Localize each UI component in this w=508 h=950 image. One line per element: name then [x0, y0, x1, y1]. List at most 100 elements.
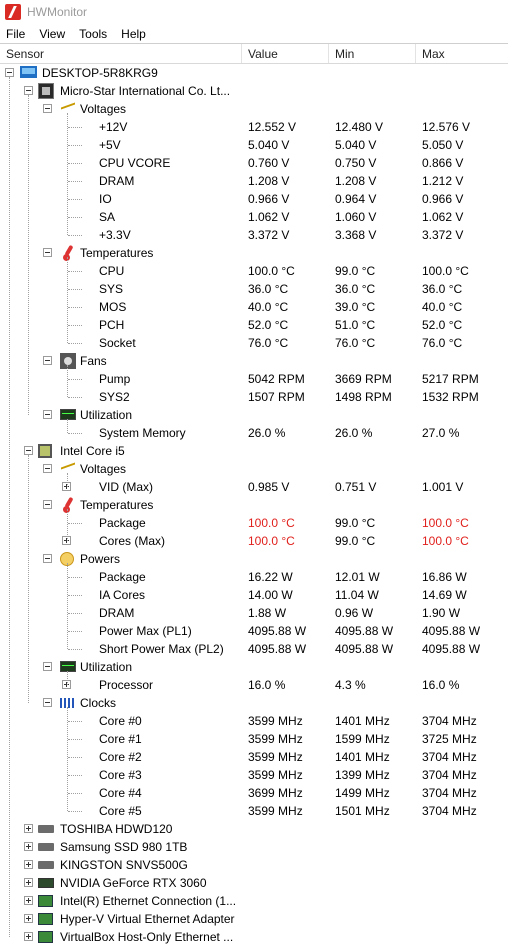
- sensor-row[interactable]: DRAM 1.88 W 0.96 W 1.90 W: [0, 604, 508, 622]
- sensor-row[interactable]: Core #0 3599 MHz 1401 MHz 3704 MHz: [0, 712, 508, 730]
- collapse-toggle[interactable]: [43, 104, 52, 113]
- sensor-row[interactable]: +3.3V 3.372 V 3.368 V 3.372 V: [0, 226, 508, 244]
- sensor-label: +3.3V: [99, 228, 131, 242]
- collapse-toggle[interactable]: [43, 662, 52, 671]
- sensor-max: 3704 MHz: [422, 714, 477, 728]
- collapse-toggle[interactable]: [24, 446, 33, 455]
- sensor-row[interactable]: IA Cores 14.00 W 11.04 W 14.69 W: [0, 586, 508, 604]
- column-min[interactable]: Min: [329, 44, 416, 63]
- tree-group-row[interactable]: Utilization: [0, 658, 508, 676]
- tree-group-row[interactable]: Voltages: [0, 460, 508, 478]
- collapse-toggle[interactable]: [43, 500, 52, 509]
- tree-group-row[interactable]: Temperatures: [0, 496, 508, 514]
- collapse-toggle[interactable]: [43, 356, 52, 365]
- sensor-row[interactable]: Core #3 3599 MHz 1399 MHz 3704 MHz: [0, 766, 508, 784]
- sensor-value: 76.0 °C: [248, 336, 289, 350]
- tree-group-row[interactable]: Intel(R) Ethernet Connection (1...: [0, 892, 508, 910]
- collapse-toggle[interactable]: [43, 554, 52, 563]
- sensor-row[interactable]: Processor 16.0 % 4.3 % 16.0 %: [0, 676, 508, 694]
- sensor-row[interactable]: Socket 76.0 °C 76.0 °C 76.0 °C: [0, 334, 508, 352]
- sensor-row[interactable]: DRAM 1.208 V 1.208 V 1.212 V: [0, 172, 508, 190]
- sensor-value: 3599 MHz: [248, 732, 303, 746]
- sensor-value: 3599 MHz: [248, 750, 303, 764]
- sensor-label: DRAM: [99, 174, 135, 188]
- sensor-row[interactable]: SYS 36.0 °C 36.0 °C 36.0 °C: [0, 280, 508, 298]
- sensor-row[interactable]: VID (Max) 0.985 V 0.751 V 1.001 V: [0, 478, 508, 496]
- collapse-toggle[interactable]: [24, 86, 33, 95]
- sensor-value: 3699 MHz: [248, 786, 303, 800]
- tree-group-row[interactable]: Fans: [0, 352, 508, 370]
- sensor-row[interactable]: SYS2 1507 RPM 1498 RPM 1532 RPM: [0, 388, 508, 406]
- sensor-row[interactable]: CPU VCORE 0.760 V 0.750 V 0.866 V: [0, 154, 508, 172]
- expand-toggle[interactable]: [24, 824, 33, 833]
- menu-tools[interactable]: Tools: [72, 27, 114, 41]
- tree-group-row[interactable]: NVIDIA GeForce RTX 3060: [0, 874, 508, 892]
- expand-toggle[interactable]: [24, 878, 33, 887]
- sensor-row[interactable]: +12V 12.552 V 12.480 V 12.576 V: [0, 118, 508, 136]
- tree-group-row[interactable]: Intel Core i5: [0, 442, 508, 460]
- sensor-row[interactable]: Power Max (PL1) 4095.88 W 4095.88 W 4095.88…: [0, 622, 508, 640]
- sensor-row[interactable]: System Memory 26.0 % 26.0 % 27.0 %: [0, 424, 508, 442]
- sensor-row[interactable]: IO 0.966 V 0.964 V 0.966 V: [0, 190, 508, 208]
- sensor-row[interactable]: Core #4 3699 MHz 1499 MHz 3704 MHz: [0, 784, 508, 802]
- menu-help[interactable]: Help: [114, 27, 153, 41]
- sensor-label: Core #4: [99, 786, 142, 800]
- menu-file[interactable]: File: [0, 27, 32, 41]
- sensor-row[interactable]: Core #1 3599 MHz 1599 MHz 3725 MHz: [0, 730, 508, 748]
- sensor-row[interactable]: Package 16.22 W 12.01 W 16.86 W: [0, 568, 508, 586]
- expand-toggle[interactable]: [24, 932, 33, 941]
- sensor-row[interactable]: Pump 5042 RPM 3669 RPM 5217 RPM: [0, 370, 508, 388]
- sensor-value: 4095.88 W: [248, 624, 307, 638]
- collapse-toggle[interactable]: [5, 68, 14, 77]
- tree-group-row[interactable]: DESKTOP-5R8KRG9: [0, 64, 508, 82]
- tree-group-row[interactable]: Samsung SSD 980 1TB: [0, 838, 508, 856]
- sensor-tree[interactable]: DESKTOP-5R8KRG9 Micro-Star International …: [0, 64, 508, 950]
- sensor-value: 3599 MHz: [248, 768, 303, 782]
- tree-group-row[interactable]: KINGSTON SNVS500G: [0, 856, 508, 874]
- collapse-toggle[interactable]: [43, 410, 52, 419]
- sensor-row[interactable]: Cores (Max) 100.0 °C 99.0 °C 100.0 °C: [0, 532, 508, 550]
- sensor-value: 1507 RPM: [248, 390, 305, 404]
- expand-toggle[interactable]: [24, 860, 33, 869]
- collapse-toggle[interactable]: [43, 248, 52, 257]
- sensor-row[interactable]: Core #5 3599 MHz 1501 MHz 3704 MHz: [0, 802, 508, 820]
- sensor-row[interactable]: Short Power Max (PL2) 4095.88 W 4095.88 W 4…: [0, 640, 508, 658]
- sensor-value: 100.0 °C: [248, 534, 295, 548]
- tree-guide-line: [67, 419, 68, 433]
- expand-toggle[interactable]: [24, 842, 33, 851]
- sensor-row[interactable]: +5V 5.040 V 5.040 V 5.050 V: [0, 136, 508, 154]
- tree-group-row[interactable]: TOSHIBA HDWD120: [0, 820, 508, 838]
- sensor-row[interactable]: SA 1.062 V 1.060 V 1.062 V: [0, 208, 508, 226]
- column-value[interactable]: Value: [242, 44, 329, 63]
- tree-group-row[interactable]: VirtualBox Host-Only Ethernet ...: [0, 928, 508, 946]
- tree-guide-line: [67, 563, 68, 649]
- tree-group-row[interactable]: Utilization: [0, 406, 508, 424]
- sensor-row[interactable]: CPU 100.0 °C 99.0 °C 100.0 °C: [0, 262, 508, 280]
- sensor-max: 5.050 V: [422, 138, 464, 152]
- sensor-min: 12.480 V: [335, 120, 384, 134]
- tree-group-row[interactable]: Micro-Star International Co. Lt...: [0, 82, 508, 100]
- sensor-row[interactable]: Core #2 3599 MHz 1401 MHz 3704 MHz: [0, 748, 508, 766]
- tree-group-row[interactable]: Hyper-V Virtual Ethernet Adapter: [0, 910, 508, 928]
- sensor-min: 1499 MHz: [335, 786, 390, 800]
- collapse-toggle[interactable]: [43, 698, 52, 707]
- menu-view[interactable]: View: [32, 27, 72, 41]
- column-sensor[interactable]: Sensor: [0, 44, 242, 63]
- group-label: Utilization: [80, 660, 133, 674]
- sensor-row[interactable]: PCH 52.0 °C 51.0 °C 52.0 °C: [0, 316, 508, 334]
- sensor-row[interactable]: Package 100.0 °C 99.0 °C 100.0 °C: [0, 514, 508, 532]
- tree-connector: [68, 721, 82, 722]
- tree-group-row[interactable]: Voltages: [0, 100, 508, 118]
- expand-toggle[interactable]: [24, 896, 33, 905]
- tree-group-row[interactable]: Powers: [0, 550, 508, 568]
- utilization-icon: [60, 409, 76, 420]
- tree-group-row[interactable]: Temperatures: [0, 244, 508, 262]
- tree-group-row[interactable]: Clocks: [0, 694, 508, 712]
- collapse-toggle[interactable]: [43, 464, 52, 473]
- sensor-label: Package: [99, 516, 146, 530]
- sensor-min: 1399 MHz: [335, 768, 390, 782]
- sensor-max: 3.372 V: [422, 228, 464, 242]
- expand-toggle[interactable]: [24, 914, 33, 923]
- column-max[interactable]: Max: [416, 44, 508, 63]
- sensor-row[interactable]: MOS 40.0 °C 39.0 °C 40.0 °C: [0, 298, 508, 316]
